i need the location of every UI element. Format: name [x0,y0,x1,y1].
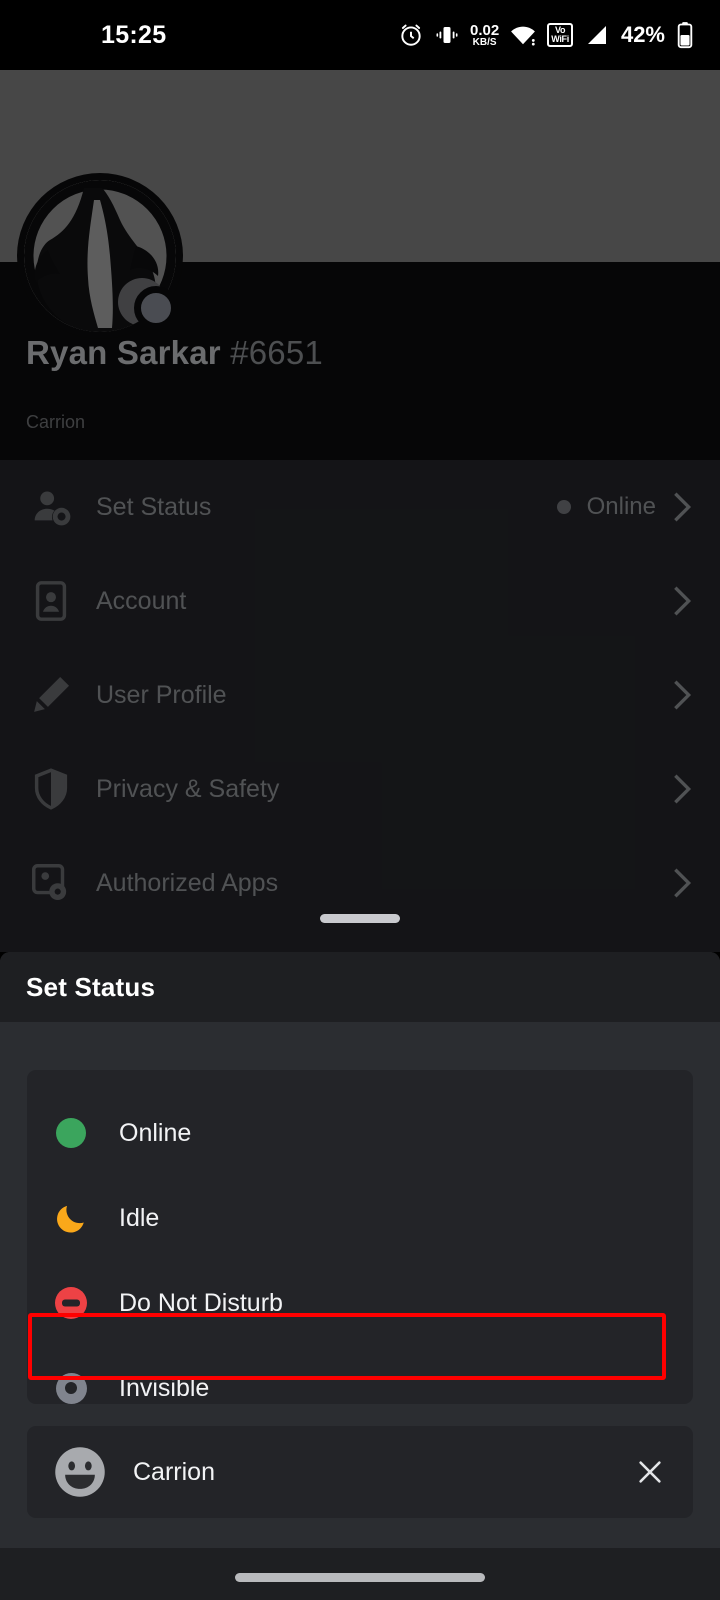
crescent-moon-icon [53,1200,89,1236]
status-bar: 15:25 0.02 KB/S Vo WiFi 42% [0,0,720,70]
sheet-header: Set Status [0,952,720,1022]
status-option-label: Do Not Disturb [119,1288,283,1317]
status-option-invisible[interactable]: Invisible [27,1346,693,1430]
status-option-do-not-disturb[interactable]: Do Not Disturb [27,1261,693,1345]
status-option-label: Idle [119,1203,160,1232]
alarm-icon [398,22,424,48]
network-speed-indicator: 0.02 KB/S [470,23,499,48]
vowifi-icon: Vo WiFi [547,23,573,47]
android-navigation-bar [0,1548,720,1600]
network-speed-value: 0.02 [470,21,500,39]
status-option-online[interactable]: Online [27,1091,693,1175]
status-option-label: Invisible [119,1373,210,1402]
dnd-icon [53,1285,89,1321]
phone-screen: 15:25 0.02 KB/S Vo WiFi 42% Ryan Sarkar … [0,0,720,1600]
custom-status-text: Carrion [133,1457,215,1486]
smiley-icon [53,1445,107,1499]
battery-icon [676,21,694,49]
sheet-scrim-overlay[interactable] [0,70,720,952]
vowifi-line-2: WiFi [551,34,569,44]
battery-percent-label: 42% [620,22,665,47]
network-speed-unit: KB/S [472,36,497,48]
wifi-icon [510,24,536,46]
status-option-label: Online [119,1118,192,1147]
green-dot-icon [53,1115,89,1151]
custom-status-row[interactable]: Carrion [27,1426,693,1518]
cellular-signal-icon [584,23,610,47]
vibrate-icon [435,23,459,47]
status-option-idle[interactable]: Idle [27,1176,693,1260]
sheet-title: Set Status [26,971,156,1002]
navigation-home-pill[interactable] [235,1573,485,1582]
status-options-card: Online Idle Do Not Disturb Invisible [27,1070,693,1404]
status-bar-clock: 15:25 [101,20,167,49]
status-bar-icons: 0.02 KB/S Vo WiFi 42% [398,21,694,49]
sheet-drag-handle[interactable] [320,914,400,923]
close-icon[interactable] [635,1457,665,1487]
invisible-ring-icon [53,1370,89,1406]
